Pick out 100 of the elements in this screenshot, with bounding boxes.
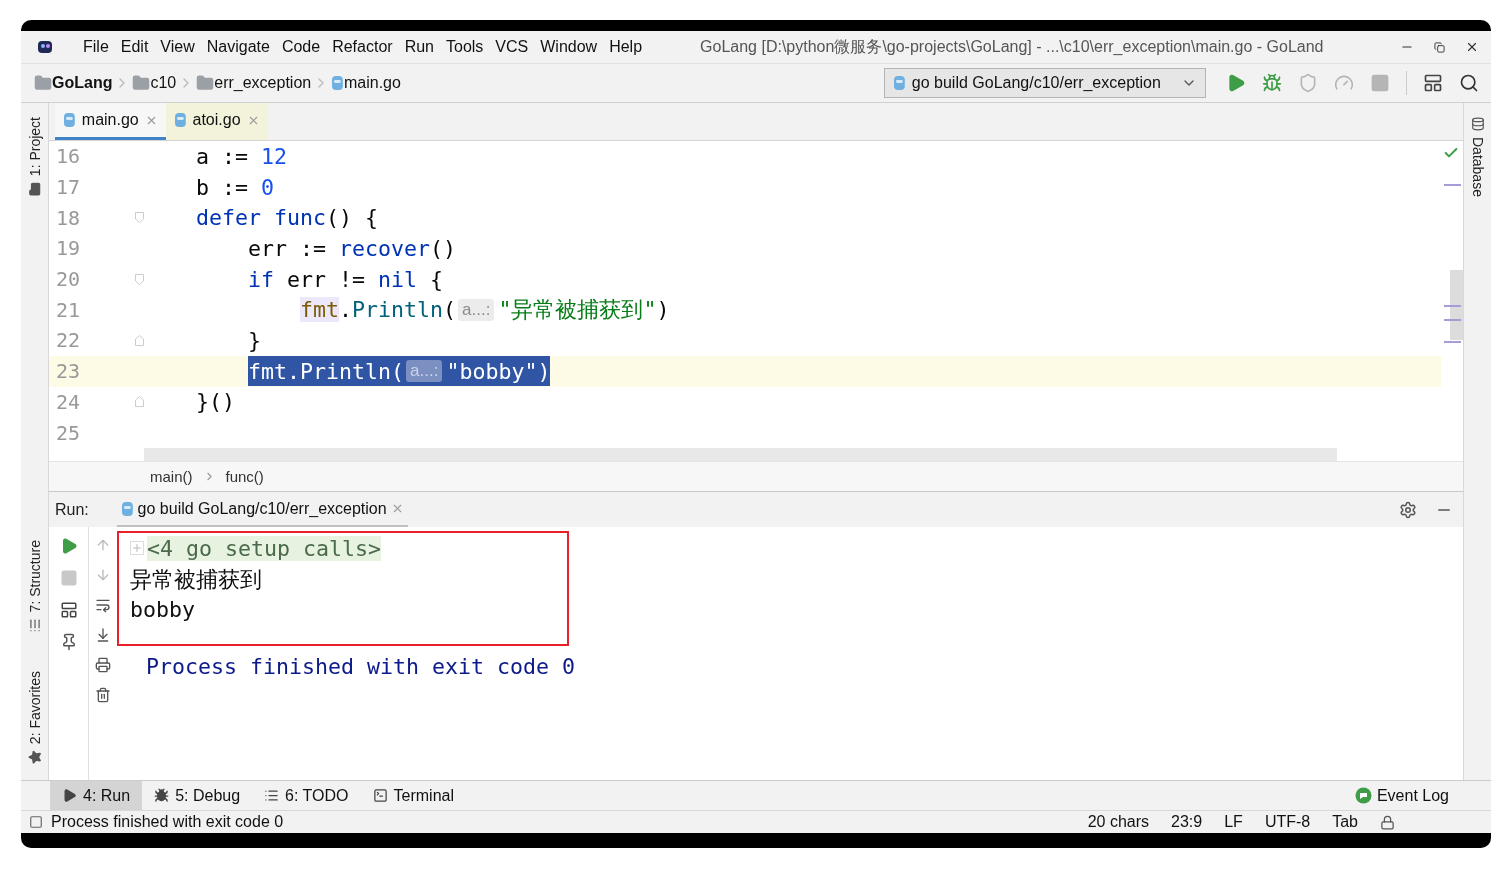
menu-item[interactable]: View: [154, 38, 201, 56]
event-log-button[interactable]: Event Log: [1354, 781, 1449, 810]
line-number: 25: [55, 420, 82, 445]
lock-icon[interactable]: [1380, 814, 1395, 830]
code-text: recover: [339, 235, 431, 261]
fold-marker-icon[interactable]: [134, 334, 144, 346]
scroll-to-end-icon[interactable]: [95, 627, 111, 643]
parameter-hint: a...:: [458, 298, 495, 321]
code-text: Println: [300, 358, 392, 384]
tool-window-tab[interactable]: Terminal: [360, 781, 466, 810]
status-item[interactable]: 23:9: [1171, 813, 1203, 831]
breadcrumb-item[interactable]: GoLang: [52, 74, 113, 92]
tool-window-tab[interactable]: 5: Debug: [142, 781, 253, 810]
console-output: 异常被捕获到: [130, 565, 262, 594]
code-breadcrumb[interactable]: func(): [225, 468, 264, 485]
line-number: 23: [55, 359, 82, 384]
layout-icon[interactable]: [59, 601, 78, 619]
menu-item[interactable]: Window: [534, 38, 604, 56]
breadcrumb-item[interactable]: main.go: [344, 74, 401, 92]
status-message: Process finished with exit code 0: [51, 813, 284, 831]
code-text: fmt: [300, 297, 340, 323]
stop-icon[interactable]: [59, 569, 78, 587]
code-text: }: [248, 327, 262, 353]
code-text: b :=: [196, 174, 250, 200]
event-log-icon: [1354, 787, 1372, 804]
code-text: (): [430, 235, 457, 261]
code-text: Println: [352, 297, 444, 323]
tool-window-button[interactable]: Database: [1469, 137, 1486, 197]
database-icon: [1470, 117, 1485, 131]
code-text: err !=: [286, 266, 367, 292]
list-icon: [264, 788, 280, 803]
horizontal-scrollbar[interactable]: [144, 448, 1337, 461]
line-number: 20: [55, 267, 82, 292]
fold-marker-icon[interactable]: [134, 396, 144, 408]
line-number: 19: [55, 236, 82, 261]
star-icon: [27, 750, 42, 764]
line-number: 18: [55, 205, 82, 230]
expand-icon[interactable]: [130, 541, 144, 556]
console-output: Process finished with exit code 0: [146, 653, 576, 679]
code-text: (: [391, 358, 405, 384]
code-text: defer func: [196, 205, 327, 231]
tool-window-button[interactable]: 2: Favorites: [26, 670, 43, 744]
trash-icon[interactable]: [95, 687, 111, 703]
bug-icon: [154, 788, 170, 803]
tool-window-button[interactable]: 1: Project: [26, 117, 43, 177]
panel-toggle-icon[interactable]: [29, 815, 43, 829]
folder-icon: [132, 74, 151, 92]
bug-icon[interactable]: [1262, 73, 1282, 93]
code-text: .: [339, 297, 353, 323]
editor-tab[interactable]: main.go: [55, 103, 166, 140]
line-number: 22: [55, 328, 82, 353]
go-file-icon: [120, 500, 134, 517]
breadcrumb-item[interactable]: c10: [150, 74, 177, 92]
code-text: a :=: [196, 143, 250, 169]
code-text: (: [443, 297, 457, 323]
status-item[interactable]: 20 chars: [1087, 813, 1150, 831]
go-file-icon: [173, 112, 187, 128]
fold-marker-icon[interactable]: [134, 212, 144, 224]
scrollbar-thumb[interactable]: [1450, 270, 1463, 340]
fold-marker-icon[interactable]: [134, 273, 144, 285]
line-number: 24: [55, 389, 82, 414]
menu-item[interactable]: Navigate: [200, 38, 276, 56]
editor-tab[interactable]: atoi.go: [165, 103, 268, 140]
tool-window-tab[interactable]: 4: Run: [50, 781, 143, 810]
printer-icon[interactable]: [95, 657, 111, 673]
line-number: 16: [55, 144, 82, 169]
console-output: <4 go setup calls>: [147, 535, 381, 561]
settings-icon[interactable]: [1399, 500, 1417, 519]
code-text: ): [656, 297, 670, 323]
close-icon[interactable]: [1465, 40, 1479, 54]
menu-item[interactable]: Tools: [440, 38, 490, 56]
code-text: nil: [378, 266, 418, 292]
code-text: "异常被捕获到": [498, 296, 657, 325]
terminal-icon: [372, 788, 388, 803]
breadcrumb-item[interactable]: err_exception: [214, 74, 312, 92]
status-item[interactable]: LF: [1224, 813, 1243, 831]
menu-item[interactable]: File: [77, 38, 115, 56]
panel-icon[interactable]: [1423, 73, 1443, 93]
menu-item[interactable]: VCS: [489, 38, 535, 56]
parameter-hint: a...:: [406, 360, 443, 383]
panel-title: Run:: [55, 500, 89, 519]
menu-item[interactable]: Code: [275, 38, 327, 56]
menu-item[interactable]: Help: [603, 38, 649, 56]
run-icon[interactable]: [1226, 73, 1246, 93]
status-item[interactable]: Tab: [1332, 813, 1358, 831]
menu-item[interactable]: Edit: [114, 38, 155, 56]
menu-item[interactable]: Run: [398, 38, 440, 56]
tool-window-button[interactable]: 7: Structure: [26, 540, 43, 613]
app-logo-icon: [37, 39, 53, 55]
tool-window-tab[interactable]: 6: TODO: [252, 781, 361, 810]
folder-icon: [34, 74, 52, 92]
code-breadcrumb[interactable]: main(): [150, 468, 193, 485]
menu-item[interactable]: Refactor: [326, 38, 399, 56]
restore-icon[interactable]: [1434, 41, 1445, 53]
wrap-icon[interactable]: [95, 597, 111, 613]
search-icon[interactable]: [1459, 73, 1479, 93]
status-item[interactable]: UTF-8: [1264, 813, 1311, 831]
line-number: 21: [55, 297, 82, 322]
run-configuration-dropdown[interactable]: go build GoLang/c10/err_exception: [884, 68, 1206, 98]
code-text: }(): [196, 389, 236, 415]
